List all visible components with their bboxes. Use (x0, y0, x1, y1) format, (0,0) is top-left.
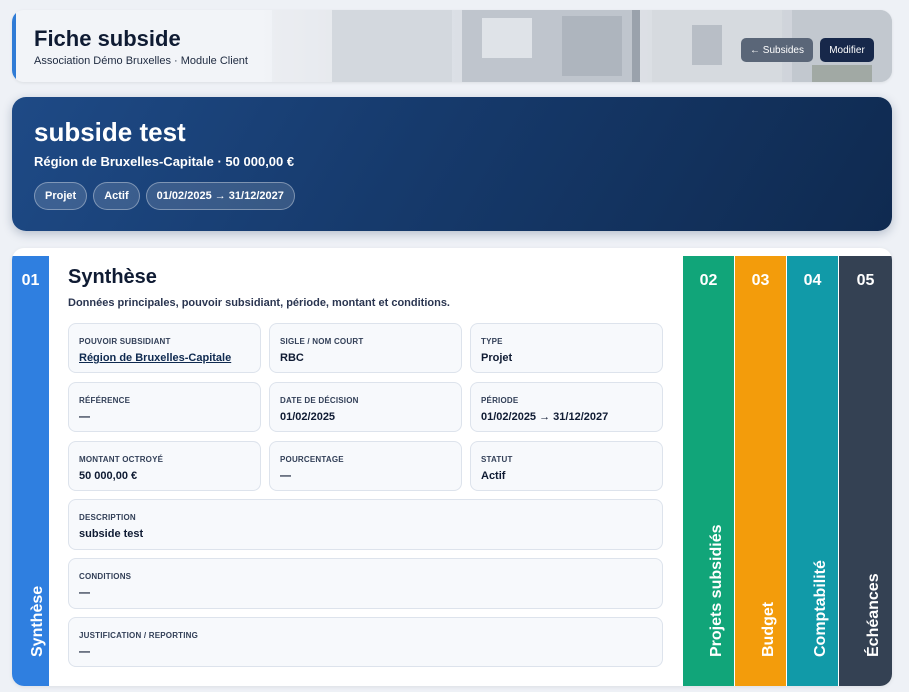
field-label: Sigle / nom court (280, 337, 364, 346)
field-value: — (280, 470, 291, 482)
field-value: — (79, 587, 90, 599)
type-chip: Projet (34, 182, 88, 210)
field-label: Date de décision (280, 396, 359, 405)
field-label: Pouvoir subsidiant (79, 337, 171, 346)
tab-budget[interactable]: 03 Budget (735, 256, 786, 686)
subside-sections-panel: 01 Synthèse Synthèse Données principales… (12, 248, 892, 686)
field-pourcentage: Pourcentage — (269, 441, 462, 491)
field-pouvoir-subsidiant: Pouvoir subsidiant Région de Bruxelles-C… (68, 323, 261, 373)
field-periode: Période 01/02/2025 → 31/12/2027 (470, 382, 663, 432)
tab-echeances[interactable]: 05 Échéances (839, 256, 892, 686)
tab-projets-subsidies[interactable]: 02 Projets subsidiés (683, 256, 734, 686)
page-title: Fiche subside (34, 26, 181, 51)
tab-number: 04 (803, 272, 822, 289)
page-subtitle: Association Démo Bruxelles · Module Clie… (34, 55, 248, 67)
subside-title: subside test (34, 117, 186, 147)
field-label: Statut (481, 455, 513, 464)
field-label: Période (481, 396, 519, 405)
field-justification: Justification / reporting — (68, 617, 663, 667)
tab-number: 03 (751, 272, 770, 289)
field-label: Type (481, 337, 503, 346)
subside-summary: Région de Bruxelles-Capitale · 50 000,00… (34, 154, 295, 169)
section-title: Synthèse (68, 266, 157, 288)
status-chip: Actif (93, 182, 140, 210)
field-value: Projet (481, 352, 513, 364)
tab-comptabilite[interactable]: 04 Comptabilité (787, 256, 838, 686)
tab-number: 01 (21, 272, 40, 289)
field-value: 50 000,00 € (79, 470, 138, 482)
field-label: Pourcentage (280, 455, 344, 464)
edit-button[interactable]: Modifier (820, 38, 874, 62)
pouvoir-subsidiant-link[interactable]: Région de Bruxelles-Capitale (79, 352, 231, 364)
field-label: Justification / reporting (79, 631, 199, 640)
field-description: Description subside test (68, 499, 663, 550)
field-value: — (79, 646, 90, 658)
subside-hero-card: subside test Région de Bruxelles-Capital… (12, 97, 892, 231)
field-label: Référence (79, 396, 131, 405)
field-label: Montant octroyé (79, 455, 164, 464)
period-chip: 01/02/2025 → 31/12/2027 (145, 182, 295, 210)
tab-label: Budget (759, 601, 777, 657)
field-value: subside test (79, 528, 144, 540)
tab-number: 02 (699, 272, 718, 289)
field-label: Conditions (79, 572, 132, 581)
back-to-subsides-button[interactable]: ← Subsides (741, 38, 813, 62)
field-montant-octroye: Montant octroyé 50 000,00 € (68, 441, 261, 491)
field-value: Actif (481, 470, 506, 482)
tab-label: Échéances (864, 573, 882, 657)
page-header: Fiche subside Association Démo Bruxelles… (12, 10, 892, 82)
subside-chips: Projet Actif 01/02/2025 → 31/12/2027 (34, 182, 295, 210)
field-type: Type Projet (470, 323, 663, 373)
field-statut: Statut Actif (470, 441, 663, 491)
tab-label: Synthèse (28, 585, 46, 657)
section-description: Données principales, pouvoir subsidiant,… (68, 297, 450, 309)
field-date-decision: Date de décision 01/02/2025 (269, 382, 462, 432)
tab-label: Projets subsidiés (707, 524, 725, 658)
field-value: — (79, 411, 90, 423)
synthese-section: Synthèse Données principales, pouvoir su… (68, 266, 668, 309)
field-reference: Référence — (68, 382, 261, 432)
tab-number: 05 (856, 272, 875, 289)
field-conditions: Conditions — (68, 558, 663, 609)
header-accent-bar (12, 10, 16, 82)
field-value: 01/02/2025 (280, 411, 336, 423)
field-label: Description (79, 513, 136, 522)
tab-label: Comptabilité (811, 560, 829, 657)
field-sigle: Sigle / nom court RBC (269, 323, 462, 373)
field-value: 01/02/2025 → 31/12/2027 (481, 411, 609, 423)
tab-synthese[interactable]: 01 Synthèse (12, 256, 49, 686)
field-value: RBC (280, 352, 304, 364)
